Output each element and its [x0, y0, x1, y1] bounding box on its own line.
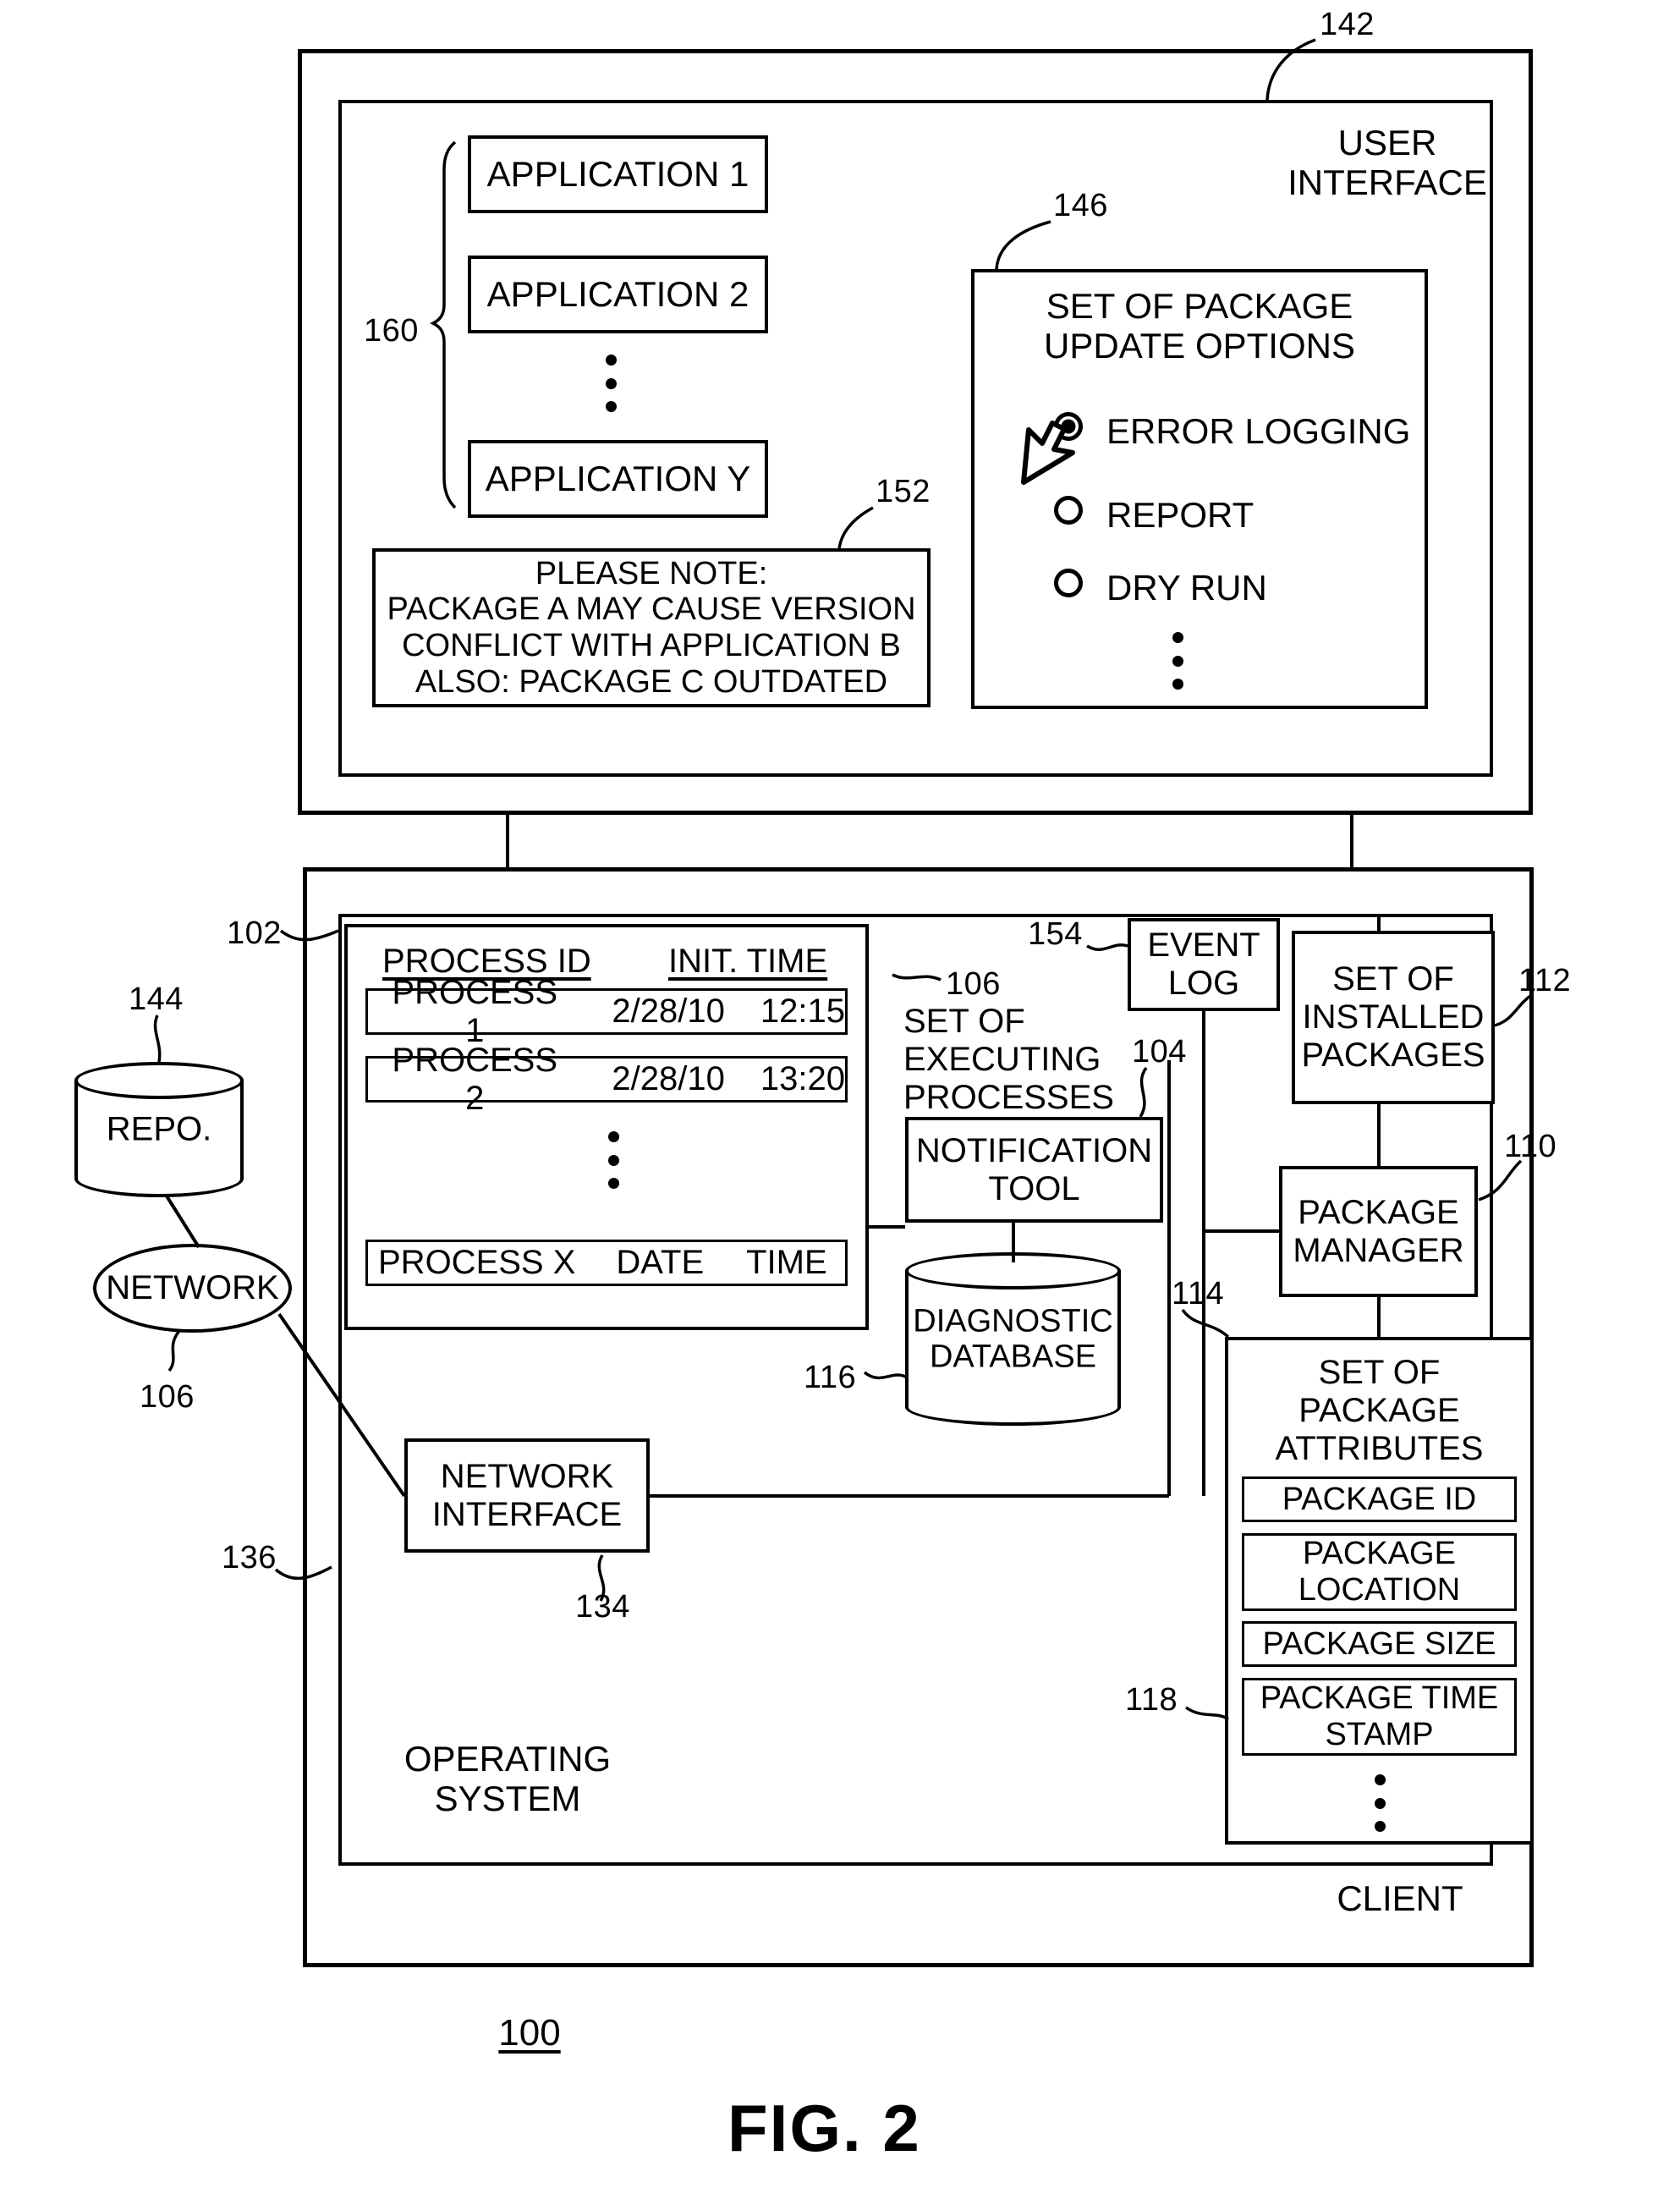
ref-114: 114: [1172, 1276, 1225, 1311]
table-row[interactable]: PROCESS 1 2/28/10 12:15: [365, 974, 848, 1049]
package-attribute-item: PACKAGE SIZE: [1242, 1621, 1517, 1667]
ref-110: 110: [1504, 1129, 1557, 1164]
package-attributes-ellipsis: [1371, 1768, 1388, 1838]
ref-106-network: 106: [140, 1379, 195, 1415]
note-line-4: ALSO: PACKAGE C OUTDATED: [415, 663, 888, 700]
note-line-2: PACKAGE A MAY CAUSE VERSION: [387, 591, 916, 628]
attribute-label: PACKAGE ID: [1282, 1481, 1477, 1517]
note-line-3: CONFLICT WITH APPLICATION B: [402, 628, 901, 663]
process-table-ellipsis: [605, 1125, 622, 1195]
option-label-error-logging[interactable]: ERROR LOGGING: [1106, 411, 1410, 451]
ref-102: 102: [227, 916, 282, 951]
installed-packages-box: SET OF INSTALLED PACKAGES: [1292, 931, 1495, 1104]
repository-cylinder: REPO.: [74, 1062, 244, 1197]
diagnostic-database-cylinder: DIAGNOSTIC DATABASE: [905, 1252, 1121, 1426]
ref-136: 136: [222, 1540, 277, 1575]
process-time: 12:15: [760, 993, 845, 1031]
radio-error-logging[interactable]: [1054, 412, 1083, 441]
cylinder-top: [74, 1062, 244, 1099]
attribute-label: PACKAGE SIZE: [1262, 1625, 1496, 1662]
process-id: PROCESS 2: [392, 1041, 558, 1117]
application-label: APPLICATION 2: [486, 274, 749, 315]
ref-144: 144: [129, 982, 184, 1017]
process-id: PROCESS 1: [392, 973, 558, 1049]
ref-154: 154: [1028, 916, 1083, 952]
application-box-1[interactable]: APPLICATION 1: [468, 135, 768, 213]
application-label: APPLICATION Y: [485, 459, 751, 499]
application-box-y[interactable]: APPLICATION Y: [468, 440, 768, 518]
ref-134: 134: [575, 1589, 630, 1625]
ref-104: 104: [1132, 1034, 1187, 1070]
ref-112: 112: [1518, 963, 1572, 998]
process-time: TIME: [746, 1244, 827, 1282]
set-of-executing-processes-label: SET OF EXECUTING PROCESSES: [903, 1003, 1114, 1116]
please-note-box: PLEASE NOTE: PACKAGE A MAY CAUSE VERSION…: [372, 548, 931, 707]
ref-142: 142: [1320, 7, 1375, 42]
notification-tool-box: NOTIFICATION TOOL: [905, 1117, 1163, 1223]
ref-106-processes: 106: [946, 966, 1001, 1002]
process-date: 2/28/10: [612, 1060, 725, 1098]
radio-report[interactable]: [1054, 496, 1083, 525]
notification-tool-label: NOTIFICATION TOOL: [915, 1131, 1153, 1207]
system-ref-100: 100: [498, 2012, 561, 2054]
package-attribute-item: PACKAGE LOCATION: [1242, 1533, 1517, 1611]
application-label: APPLICATION 1: [486, 154, 749, 195]
table-row[interactable]: PROCESS 2 2/28/10 13:20: [365, 1042, 848, 1117]
package-manager-label: PACKAGE MANAGER: [1293, 1193, 1464, 1269]
process-table-header-time: INIT. TIME: [668, 943, 828, 980]
ref-160: 160: [364, 313, 419, 349]
package-update-options-title: SET OF PACKAGE UPDATE OPTIONS: [1044, 286, 1355, 366]
user-interface-title: USER INTERFACE: [1287, 123, 1487, 203]
figure-caption: FIG. 2: [727, 2091, 921, 2165]
patent-figure-page: 142 USER INTERFACE APPLICATION 1 APPLICA…: [0, 0, 1680, 2205]
option-label-report[interactable]: REPORT: [1106, 495, 1254, 535]
application-box-2[interactable]: APPLICATION 2: [468, 256, 768, 333]
attribute-label: PACKAGE LOCATION: [1298, 1536, 1461, 1608]
attribute-label: PACKAGE TIME STAMP: [1260, 1680, 1499, 1752]
repository-label: REPO.: [106, 1110, 212, 1148]
table-row[interactable]: PROCESS X DATE TIME: [365, 1240, 848, 1286]
cylinder-top: [905, 1252, 1121, 1289]
diagnostic-database-label: DIAGNOSTIC DATABASE: [913, 1302, 1113, 1375]
note-line-1: PLEASE NOTE:: [535, 555, 768, 591]
ref-116: 116: [804, 1360, 857, 1395]
options-ellipsis: [1169, 626, 1186, 696]
network-interface-label: NETWORK INTERFACE: [431, 1457, 623, 1533]
package-manager-box: PACKAGE MANAGER: [1279, 1166, 1478, 1297]
process-date: 2/28/10: [612, 993, 725, 1031]
radio-dry-run[interactable]: [1054, 569, 1083, 597]
package-attribute-item: PACKAGE TIME STAMP: [1242, 1678, 1517, 1756]
option-label-dry-run[interactable]: DRY RUN: [1106, 568, 1267, 608]
ref-152: 152: [876, 474, 931, 509]
applications-ellipsis: [602, 349, 619, 418]
ref-146: 146: [1053, 188, 1108, 223]
ref-118: 118: [1125, 1682, 1178, 1718]
process-date: DATE: [616, 1244, 705, 1282]
operating-system-label: OPERATING SYSTEM: [404, 1739, 612, 1819]
event-log-label: EVENT LOG: [1147, 927, 1260, 1002]
package-attribute-item: PACKAGE ID: [1242, 1476, 1517, 1522]
client-label: CLIENT: [1337, 1878, 1463, 1918]
network-ellipse: NETWORK: [93, 1244, 292, 1333]
process-time: 13:20: [760, 1060, 845, 1098]
network-label: NETWORK: [106, 1269, 279, 1306]
installed-packages-label: SET OF INSTALLED PACKAGES: [1301, 960, 1485, 1074]
process-id: PROCESS X: [378, 1244, 576, 1282]
network-interface-box: NETWORK INTERFACE: [404, 1438, 650, 1553]
package-attributes-title: SET OF PACKAGE ATTRIBUTES: [1275, 1354, 1484, 1467]
event-log-box: EVENT LOG: [1128, 918, 1280, 1011]
